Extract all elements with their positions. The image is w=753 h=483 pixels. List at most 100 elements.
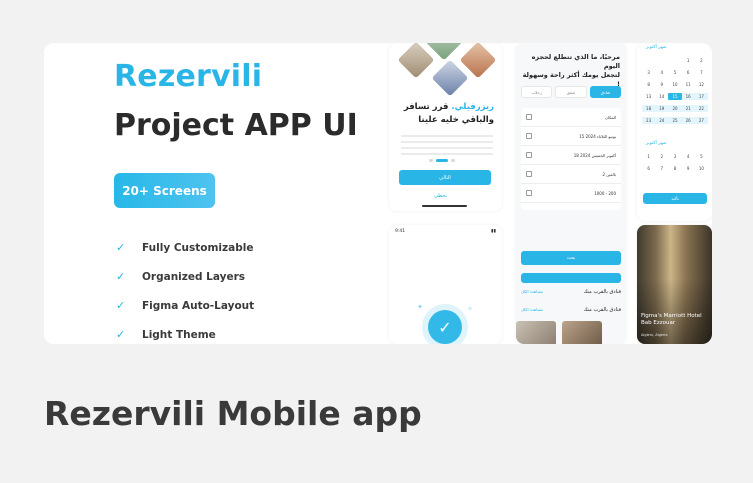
next-button[interactable]: التالي <box>399 170 491 185</box>
calendar-day[interactable]: 15 <box>668 93 682 100</box>
calendar-day[interactable]: 5 <box>668 69 681 76</box>
calendar-day[interactable]: 7 <box>655 165 668 172</box>
calendar-icon <box>526 152 532 158</box>
calendar-day[interactable]: 24 <box>655 117 669 124</box>
page-dot-active <box>436 159 448 162</box>
price-icon <box>526 190 532 196</box>
hero-panel: Rezervili Project APP UI 20+ Screens ✓ Fu… <box>44 43 389 344</box>
preview-image[interactable]: Rezervili Project APP UI 20+ Screens ✓ Fu… <box>44 43 712 344</box>
calendar-day[interactable]: 27 <box>694 117 708 124</box>
success-check-icon: ✓ <box>428 310 462 344</box>
page-dot <box>451 159 455 162</box>
photo-tile <box>431 59 469 97</box>
calendar-day[interactable]: 11 <box>682 81 695 88</box>
greeting-text: مرحبًا، ما الذي تتطلع لحجزه اليوم <box>531 53 620 70</box>
category-tabs: رحلات شقق فنادق <box>521 86 621 98</box>
tab-apartments[interactable]: شقق <box>555 86 587 98</box>
calendar-day[interactable]: 16 <box>681 93 695 100</box>
calendar-day[interactable]: 4 <box>682 153 695 160</box>
calendar-day[interactable]: 9 <box>655 81 668 88</box>
see-all-link[interactable]: مشاهدة الكل <box>521 307 543 313</box>
confirm-button[interactable]: تأكيد <box>643 193 707 204</box>
calendar-screen: شهر أكتوبر 1 2 3 4 5 6 7 8 9 10 11 12 13 14 15 16 17 18 19… <box>637 43 712 221</box>
sparkle-icon: ✦ <box>417 303 423 311</box>
field-value: 15 يونيو الثلاثاء 2024 <box>579 133 616 139</box>
location-field[interactable]: المكان <box>521 108 621 127</box>
check-icon: ✓ <box>116 328 126 341</box>
check-icon: ✓ <box>116 299 126 312</box>
price-field[interactable]: 1000 - 200 <box>521 184 621 203</box>
calendar-day[interactable]: 12 <box>695 81 708 88</box>
sparkle-icon: • <box>423 329 428 337</box>
calendar-day[interactable]: 2 <box>695 57 708 64</box>
feature-item: ✓ Organized Layers <box>116 262 254 291</box>
calendar-day[interactable]: 10 <box>668 81 681 88</box>
hotel-thumbnail[interactable] <box>516 321 556 344</box>
calendar-day <box>642 57 655 64</box>
field-value: 18 أكتوبر الخميس 2024 <box>573 152 616 158</box>
calendar-day[interactable]: 7 <box>695 69 708 76</box>
check-icon: ✓ <box>116 270 126 283</box>
calendar-day[interactable]: 6 <box>682 69 695 76</box>
calendar-day[interactable]: 25 <box>668 117 682 124</box>
feature-label: Figma Auto-Layout <box>142 299 255 312</box>
hotel-location: Algiers, Algeria <box>641 333 668 337</box>
calendar-day[interactable]: 10 <box>695 165 708 172</box>
checkin-field[interactable]: 15 يونيو الثلاثاء 2024 <box>521 127 621 146</box>
search-button[interactable]: بحث <box>521 251 621 265</box>
user-icon <box>526 171 532 177</box>
hotel-name: Figma's Marriott Hotel Bab Ezzouar <box>641 313 702 326</box>
checkout-field[interactable]: 18 أكتوبر الخميس 2024 <box>521 146 621 165</box>
calendar-day[interactable]: 22 <box>694 105 708 112</box>
nearby-section-header: مشاهدة الكل فنادق بالقرب منك <box>521 289 621 295</box>
tab-hotels[interactable]: فنادق <box>589 86 621 98</box>
calendar-day[interactable]: 17 <box>694 93 708 100</box>
guests-field[interactable]: 2 بالغين <box>521 165 621 184</box>
feature-item: ✓ Fully Customizable <box>116 233 254 262</box>
card-title[interactable]: Rezervili Mobile app <box>44 394 422 433</box>
hotel-thumbnail[interactable] <box>562 321 602 344</box>
calendar-day[interactable]: 3 <box>642 69 655 76</box>
calendar-day[interactable]: 4 <box>655 69 668 76</box>
status-bar: 9:41 ▮▮ <box>395 229 496 234</box>
month-label: شهر أكتوبر <box>646 45 667 50</box>
home-indicator <box>422 205 467 207</box>
calendar-icon <box>526 133 532 139</box>
title-line: قرر تسافر <box>403 102 452 112</box>
calendar-day[interactable]: 9 <box>682 165 695 172</box>
calendar-day[interactable]: 18 <box>642 105 656 112</box>
calendar-day[interactable]: 21 <box>681 105 695 112</box>
calendar-day[interactable]: 8 <box>668 165 681 172</box>
skip-link[interactable]: تخطي <box>434 193 447 199</box>
see-all-link[interactable]: مشاهدة الكل <box>521 289 543 295</box>
pin-icon <box>526 114 532 120</box>
check-icon: ✓ <box>116 241 126 254</box>
field-value: المكان <box>604 114 616 120</box>
title-accent: ريزرفيلي. <box>451 102 494 112</box>
calendar-day[interactable]: 2 <box>655 153 668 160</box>
photo-tile <box>459 43 497 79</box>
hotel-thumbnails <box>516 321 626 344</box>
calendar-day[interactable]: 14 <box>655 93 668 100</box>
calendar-day[interactable]: 1 <box>682 57 695 64</box>
tab-trips[interactable]: رحلات <box>521 86 553 98</box>
calendar-day[interactable]: 3 <box>668 153 681 160</box>
feature-item: ✓ Figma Auto-Layout <box>116 291 254 320</box>
calendar-day[interactable]: 8 <box>642 81 655 88</box>
field-value: 2 بالغين <box>602 171 616 177</box>
calendar-day[interactable]: 20 <box>668 105 682 112</box>
photo-tile <box>397 43 435 79</box>
nearby-title: فنادق بالقرب منك <box>583 289 621 295</box>
calendar-day[interactable]: 6 <box>642 165 655 172</box>
calendar-day[interactable]: 19 <box>655 105 669 112</box>
field-value: 1000 - 200 <box>594 190 616 196</box>
calendar-day[interactable]: 23 <box>642 117 656 124</box>
calendar-day[interactable]: 1 <box>642 153 655 160</box>
project-headline: Project APP UI <box>114 108 358 143</box>
calendar-day[interactable]: 26 <box>681 117 695 124</box>
calendar-grid: 1 2 3 4 5 6 7 8 9 10 11 12 13 14 15 16 17 18 19 20 21 22 23 24 2… <box>642 57 708 124</box>
hotel-card[interactable]: Figma's Marriott Hotel Bab Ezzouar Algie… <box>637 225 712 344</box>
calendar-day[interactable]: 13 <box>642 93 655 100</box>
calendar-day[interactable]: 5 <box>695 153 708 160</box>
page-dot <box>429 159 433 162</box>
